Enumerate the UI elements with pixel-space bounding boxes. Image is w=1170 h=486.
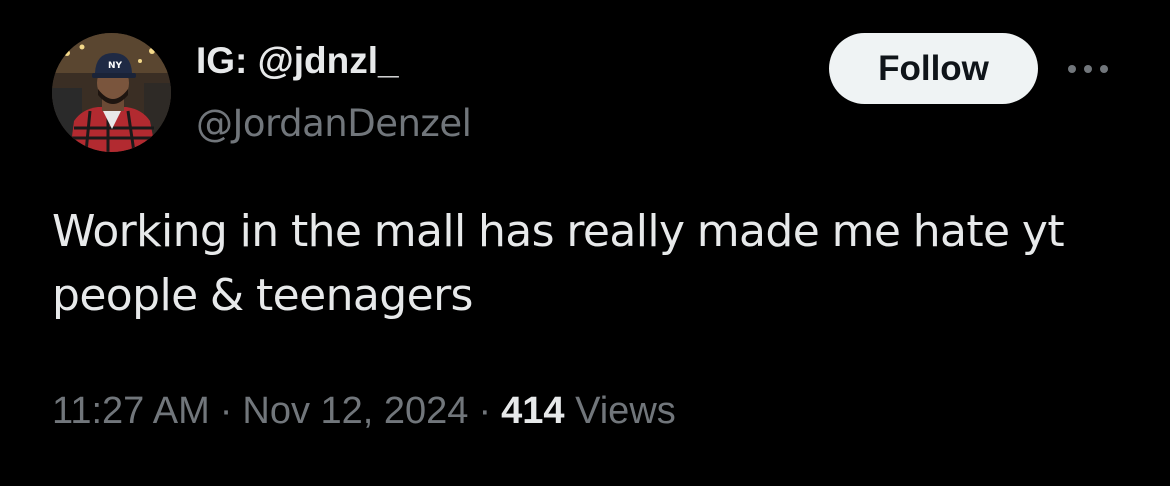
more-options-button[interactable] [1063,52,1113,86]
tweet-time[interactable]: 11:27 AM [52,390,210,432]
avatar-image: NY [52,33,171,152]
views-count[interactable]: 414 [501,390,564,432]
tweet-meta: 11:27 AM · Nov 12, 2024 · 414 Views [52,390,676,433]
tweet-date[interactable]: Nov 12, 2024 [242,390,468,432]
author-handle[interactable]: @JordanDenzel [196,102,472,145]
more-horizontal-icon [1068,65,1108,73]
meta-separator: · [478,390,492,432]
follow-button[interactable]: Follow [829,33,1038,104]
meta-separator: · [219,390,233,432]
author-display-name[interactable]: IG: @jdnzl_ [196,40,399,82]
avatar[interactable]: NY [52,33,171,152]
views-label[interactable]: Views [575,390,676,432]
svg-text:NY: NY [108,61,123,71]
tweet-card: NY IG: @jdnzl_ @JordanDenzel Follow Work… [0,0,1170,486]
tweet-text: Working in the mall has really made me h… [52,206,1065,321]
